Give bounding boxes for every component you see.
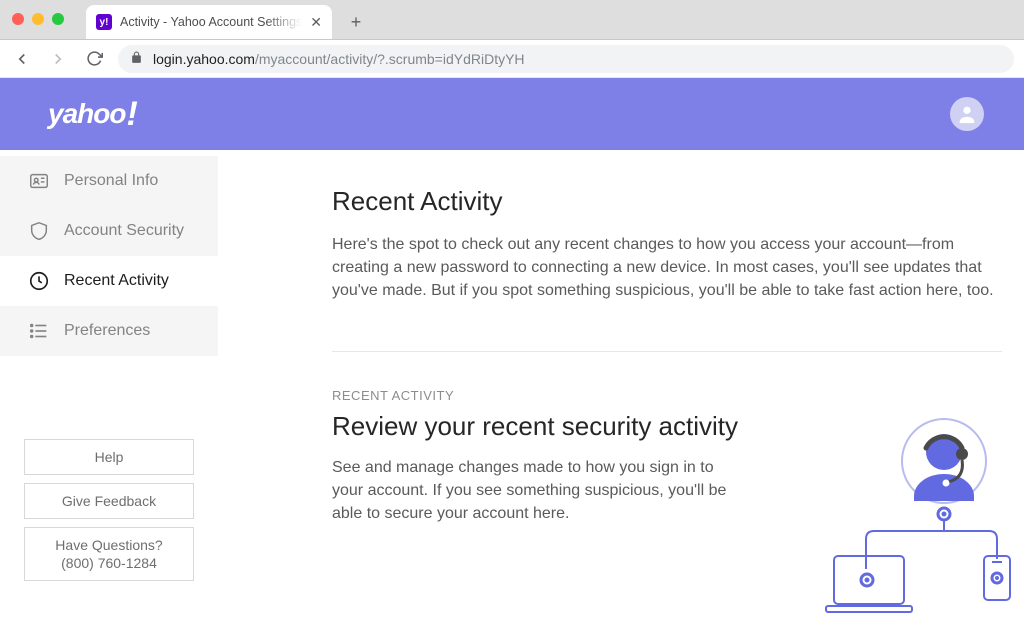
- address-bar[interactable]: login.yahoo.com/myaccount/activity/?.scr…: [118, 45, 1014, 73]
- sidebar-item-preferences[interactable]: Preferences: [0, 306, 218, 356]
- shield-icon: [28, 220, 50, 242]
- sidebar-item-label: Recent Activity: [64, 272, 169, 290]
- section-description: See and manage changes made to how you s…: [332, 456, 732, 526]
- sidebar-item-personal-info[interactable]: Personal Info: [0, 156, 218, 206]
- section-eyebrow: RECENT ACTIVITY: [332, 388, 1002, 403]
- sidebar-item-account-security[interactable]: Account Security: [0, 206, 218, 256]
- browser-tab-strip: y! Activity - Yahoo Account Settings ✕ +: [0, 0, 1024, 40]
- browser-tab[interactable]: y! Activity - Yahoo Account Settings ✕: [86, 5, 332, 39]
- window-controls: [12, 13, 64, 25]
- url-text: login.yahoo.com/myaccount/activity/?.scr…: [153, 51, 525, 67]
- page-title: Recent Activity: [332, 186, 1002, 217]
- list-icon: [28, 320, 50, 342]
- id-card-icon: [28, 170, 50, 192]
- browser-toolbar: login.yahoo.com/myaccount/activity/?.scr…: [0, 40, 1024, 78]
- window-close-button[interactable]: [12, 13, 24, 25]
- sidebar: Personal Info Account Security Recent Ac…: [0, 150, 218, 621]
- app-header: yahoo!: [0, 78, 1024, 150]
- window-minimize-button[interactable]: [32, 13, 44, 25]
- forward-button[interactable]: [46, 47, 70, 71]
- help-button[interactable]: Help: [24, 439, 194, 475]
- sidebar-item-recent-activity[interactable]: Recent Activity: [0, 256, 218, 306]
- back-button[interactable]: [10, 47, 34, 71]
- window-maximize-button[interactable]: [52, 13, 64, 25]
- yahoo-logo[interactable]: yahoo!: [48, 95, 137, 134]
- main-content: Recent Activity Here's the spot to check…: [218, 150, 1024, 621]
- sidebar-support-links: Help Give Feedback Have Questions? (800)…: [0, 439, 218, 621]
- tab-favicon-icon: y!: [96, 14, 112, 30]
- sidebar-item-label: Account Security: [64, 222, 184, 240]
- section-divider: [332, 351, 1002, 352]
- lock-icon: [130, 51, 143, 67]
- give-feedback-button[interactable]: Give Feedback: [24, 483, 194, 519]
- sidebar-item-label: Personal Info: [64, 172, 158, 190]
- reload-button[interactable]: [82, 47, 106, 71]
- sidebar-item-label: Preferences: [64, 322, 150, 340]
- account-avatar-button[interactable]: [950, 97, 984, 131]
- new-tab-button[interactable]: +: [342, 8, 370, 36]
- tab-close-button[interactable]: ✕: [310, 14, 322, 31]
- clock-icon: [28, 270, 50, 292]
- tab-title: Activity - Yahoo Account Settings: [120, 15, 302, 29]
- have-questions-button[interactable]: Have Questions? (800) 760-1284: [24, 527, 194, 581]
- page-description: Here's the spot to check out any recent …: [332, 233, 1002, 303]
- devices-illustration: [764, 406, 1014, 621]
